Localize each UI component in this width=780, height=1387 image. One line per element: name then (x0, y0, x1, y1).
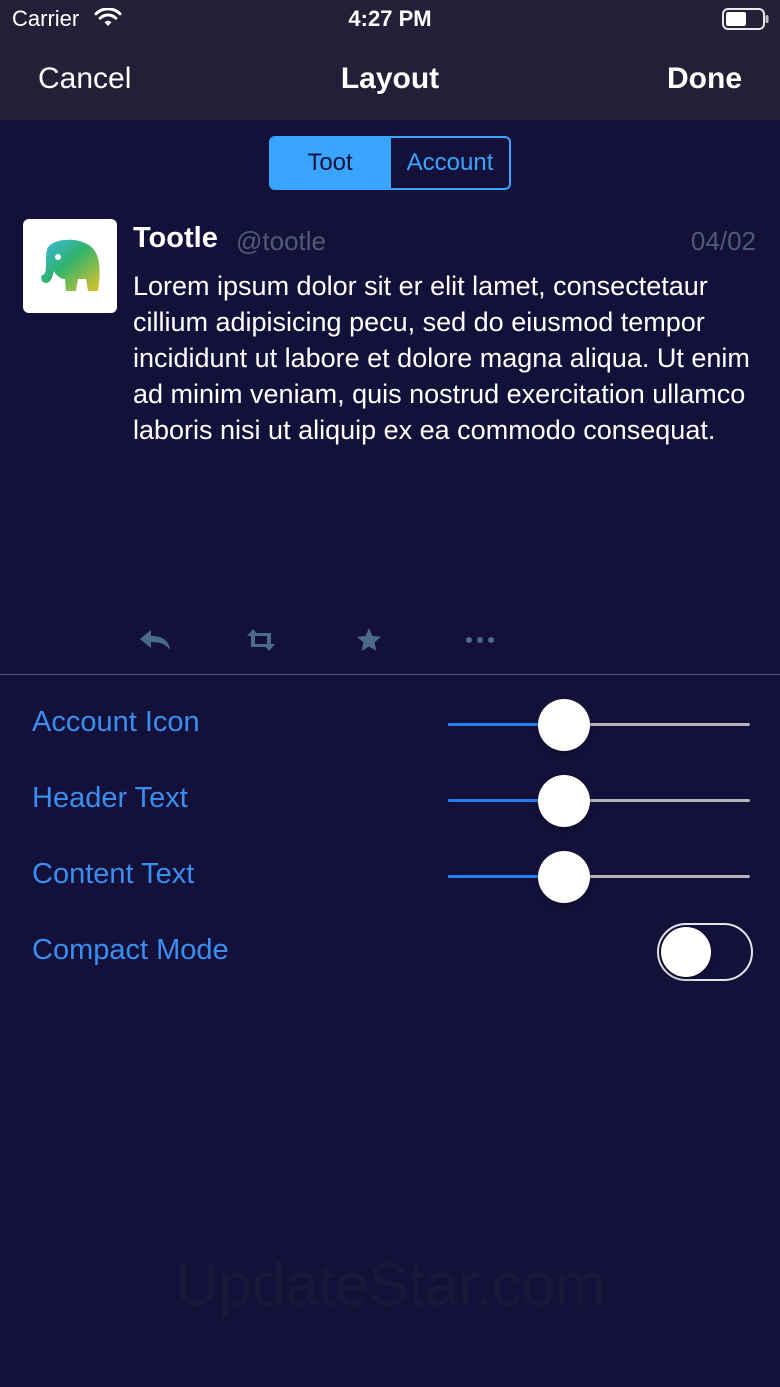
content-text-slider[interactable] (448, 850, 750, 904)
done-button[interactable]: Done (667, 62, 742, 96)
navigation-bar: Cancel Layout Done (0, 40, 780, 120)
slider-thumb[interactable] (538, 699, 590, 751)
segment-account[interactable]: Account (389, 138, 509, 188)
section-divider (0, 674, 780, 675)
status-time: 4:27 PM (348, 6, 432, 31)
slider-thumb[interactable] (538, 851, 590, 903)
header-text-label: Header Text (32, 782, 188, 814)
boost-icon[interactable] (243, 624, 279, 656)
favorite-icon[interactable] (351, 624, 387, 656)
header-text-slider[interactable] (448, 774, 750, 828)
battery-icon (722, 8, 769, 30)
account-icon-label: Account Icon (32, 706, 200, 738)
watermark: UpdateStar.com (174, 1251, 606, 1318)
compact-mode-label: Compact Mode (32, 934, 229, 966)
account-icon-slider[interactable] (448, 698, 750, 752)
toggle-knob (661, 927, 711, 977)
cancel-button[interactable]: Cancel (38, 62, 131, 96)
elephant-avatar-icon (41, 239, 100, 291)
toot-handle: @tootle (236, 226, 326, 256)
slider-thumb[interactable] (538, 775, 590, 827)
preview-segmented-control: Toot Account (269, 136, 511, 190)
toot-content: Lorem ipsum dolor sit er elit lamet, con… (133, 271, 750, 445)
status-bar: Carrier 4:27 PM (0, 0, 780, 40)
avatar (23, 219, 117, 313)
compact-mode-toggle[interactable] (657, 923, 753, 981)
toot-date: 04/02 (690, 226, 756, 256)
more-icon[interactable] (462, 624, 498, 656)
segment-toot[interactable]: Toot (271, 138, 389, 188)
reply-icon[interactable] (137, 624, 173, 656)
toot-display-name[interactable]: Tootle (133, 222, 218, 255)
content-text-label: Content Text (32, 858, 195, 890)
